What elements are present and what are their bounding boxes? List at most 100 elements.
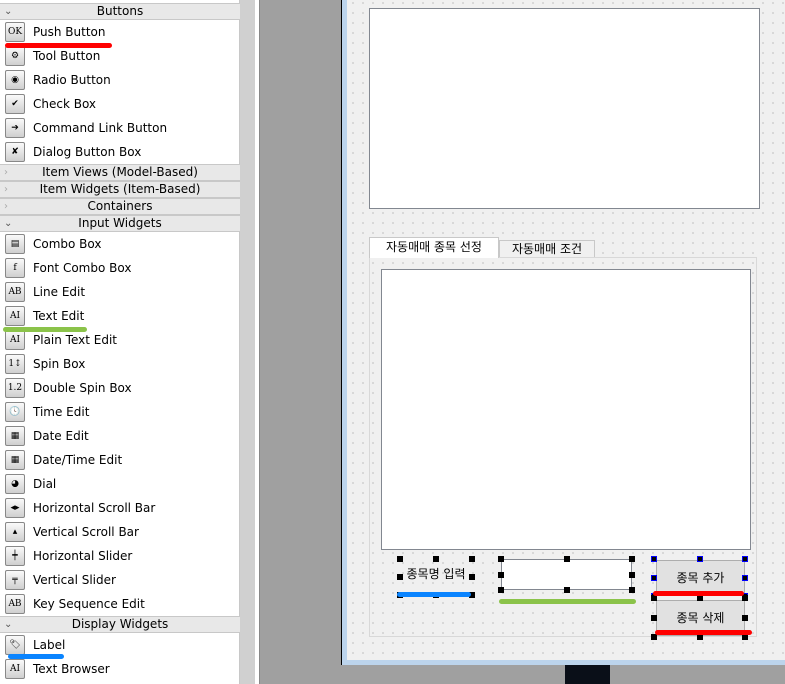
category-header[interactable]: › Item Widgets (Item-Based) (0, 181, 240, 198)
resize-handle[interactable] (498, 556, 504, 562)
widget-item[interactable]: ◕ Dial (0, 472, 240, 496)
resize-handle[interactable] (397, 574, 403, 580)
resize-handle[interactable] (742, 556, 748, 562)
widget-item[interactable]: ▦ Date/Time Edit (0, 448, 240, 472)
category-header[interactable]: › Containers (0, 198, 240, 215)
category-label: Display Widgets (71, 617, 169, 631)
splitter[interactable] (255, 0, 260, 684)
widget-item-label: Spin Box (33, 357, 86, 371)
tab-label: 자동매매 조건 (511, 242, 583, 256)
widget-item-label: Line Edit (33, 285, 86, 299)
widget-item[interactable]: 1.2 Double Spin Box (0, 376, 240, 400)
resize-handle[interactable] (563, 556, 570, 562)
widget-item-label: Tool Button (33, 49, 101, 63)
widget-item[interactable]: ┿ Horizontal Slider (0, 544, 240, 568)
widget-item[interactable]: OK Push Button (0, 20, 240, 44)
resize-handle[interactable] (742, 574, 748, 581)
widget-box-scrollbar[interactable] (240, 0, 255, 684)
chevron-down-icon: ⌄ (4, 619, 13, 630)
category-label: Item Views (Model-Based) (42, 165, 198, 179)
category-label: Buttons (96, 4, 144, 18)
widget-item[interactable]: ✘ Dialog Button Box (0, 140, 240, 164)
vertical-scroll-bar-icon: ▴ (5, 522, 25, 542)
resize-handle[interactable] (563, 587, 570, 593)
widget-item-label: Horizontal Slider (33, 549, 133, 563)
resize-handle[interactable] (651, 574, 657, 581)
widget-item[interactable]: ▦ Date Edit (0, 424, 240, 448)
combo-box-icon: ▤ (5, 234, 25, 254)
category-label: Containers (87, 199, 153, 213)
resize-handle[interactable] (469, 574, 475, 580)
command-link-icon: ➔ (5, 118, 25, 138)
widget-item-label: Date Edit (33, 429, 89, 443)
widget-item-label: Vertical Scroll Bar (33, 525, 139, 539)
resize-handle[interactable] (651, 614, 657, 621)
widget-item-label: Double Spin Box (33, 381, 132, 395)
calendar-clock-icon: ▦ (5, 450, 25, 470)
widget-item[interactable]: ✔ Check Box (0, 92, 240, 116)
tool-button-icon: ⚙ (5, 46, 25, 66)
horizontal-slider-icon: ┿ (5, 546, 25, 566)
annotation-mark (8, 654, 64, 659)
widget-item[interactable]: AB Key Sequence Edit (0, 592, 240, 616)
resize-handle[interactable] (742, 614, 748, 621)
chevron-right-icon: › (4, 184, 8, 195)
category-header[interactable]: › Item Views (Model-Based) (0, 164, 240, 181)
resize-handle[interactable] (498, 587, 504, 593)
widget-item[interactable]: AB Line Edit (0, 280, 240, 304)
dialog-button-box-icon: ✘ (5, 142, 25, 162)
widget-item[interactable]: ▴ Vertical Scroll Bar (0, 520, 240, 544)
widget-item[interactable]: AI Text Browser (0, 657, 240, 681)
mdi-background (261, 0, 341, 684)
category-header[interactable]: ⌄ Input Widgets (0, 215, 240, 232)
widget-item-label: Push Button (33, 25, 106, 39)
resize-handle[interactable] (629, 556, 635, 562)
stock-name-input[interactable] (501, 559, 632, 590)
widget-item-label: Key Sequence Edit (33, 597, 145, 611)
stock-list-text-edit[interactable] (381, 269, 751, 550)
tab-stock-selection[interactable]: 자동매매 종목 선정 (369, 237, 499, 258)
form-canvas[interactable]: 자동매매 종목 선정 자동매매 조건 종목명 입력 종목 추가 종목 삭제 (347, 0, 785, 660)
text-browser-icon: AI (5, 659, 25, 679)
widget-item-label: Horizontal Scroll Bar (33, 501, 156, 515)
widget-item[interactable]: 🕓 Time Edit (0, 400, 240, 424)
tab-label: 자동매매 종목 선정 (386, 240, 482, 254)
chevron-down-icon: ⌄ (4, 218, 13, 229)
resize-handle[interactable] (433, 556, 439, 562)
resize-handle[interactable] (629, 587, 635, 593)
resize-handle[interactable] (742, 595, 748, 601)
widget-item-label: Time Edit (33, 405, 90, 419)
widget-item[interactable]: f Font Combo Box (0, 256, 240, 280)
red-annotation-mark (655, 630, 752, 635)
resize-handle[interactable] (397, 556, 403, 562)
key-sequence-edit-icon: AB (5, 594, 25, 614)
resize-handle[interactable] (651, 556, 657, 562)
widget-item[interactable]: ▤ Combo Box (0, 232, 240, 256)
green-annotation-mark (499, 599, 636, 604)
widget-item-label: Font Combo Box (33, 261, 132, 275)
vertical-slider-icon: ╤ (5, 570, 25, 590)
widget-item[interactable]: ◉ Radio Button (0, 68, 240, 92)
tab-trading-conditions[interactable]: 자동매매 조건 (499, 240, 595, 257)
resize-handle[interactable] (629, 571, 635, 578)
chevron-right-icon: › (4, 167, 8, 178)
resize-handle[interactable] (469, 556, 475, 562)
widget-item[interactable]: ╤ Vertical Slider (0, 568, 240, 592)
resize-handle[interactable] (696, 556, 703, 562)
resize-handle[interactable] (498, 571, 504, 578)
red-annotation-mark (653, 591, 744, 596)
widget-box: ⌄ Buttons OK Push Button ⚙ Tool Button ◉ Radio … (0, 0, 240, 684)
category-label: Item Widgets (Item-Based) (39, 182, 201, 196)
category-header[interactable]: ⌄ Display Widgets (0, 616, 240, 633)
top-text-edit[interactable] (369, 8, 760, 209)
category-header[interactable]: ⌄ Buttons (0, 3, 240, 20)
annotation-mark (3, 327, 87, 332)
widget-item-label: Text Browser (33, 662, 110, 676)
label-tag-icon: 🏷 (5, 635, 25, 655)
widget-item[interactable]: ➔ Command Link Button (0, 116, 240, 140)
widget-item[interactable]: AI Text Edit (0, 304, 240, 328)
widget-item[interactable]: ◂▸ Horizontal Scroll Bar (0, 496, 240, 520)
widget-item[interactable]: 1↕ Spin Box (0, 352, 240, 376)
clock-icon: 🕓 (5, 402, 25, 422)
widget-item-label: Label (33, 638, 66, 652)
